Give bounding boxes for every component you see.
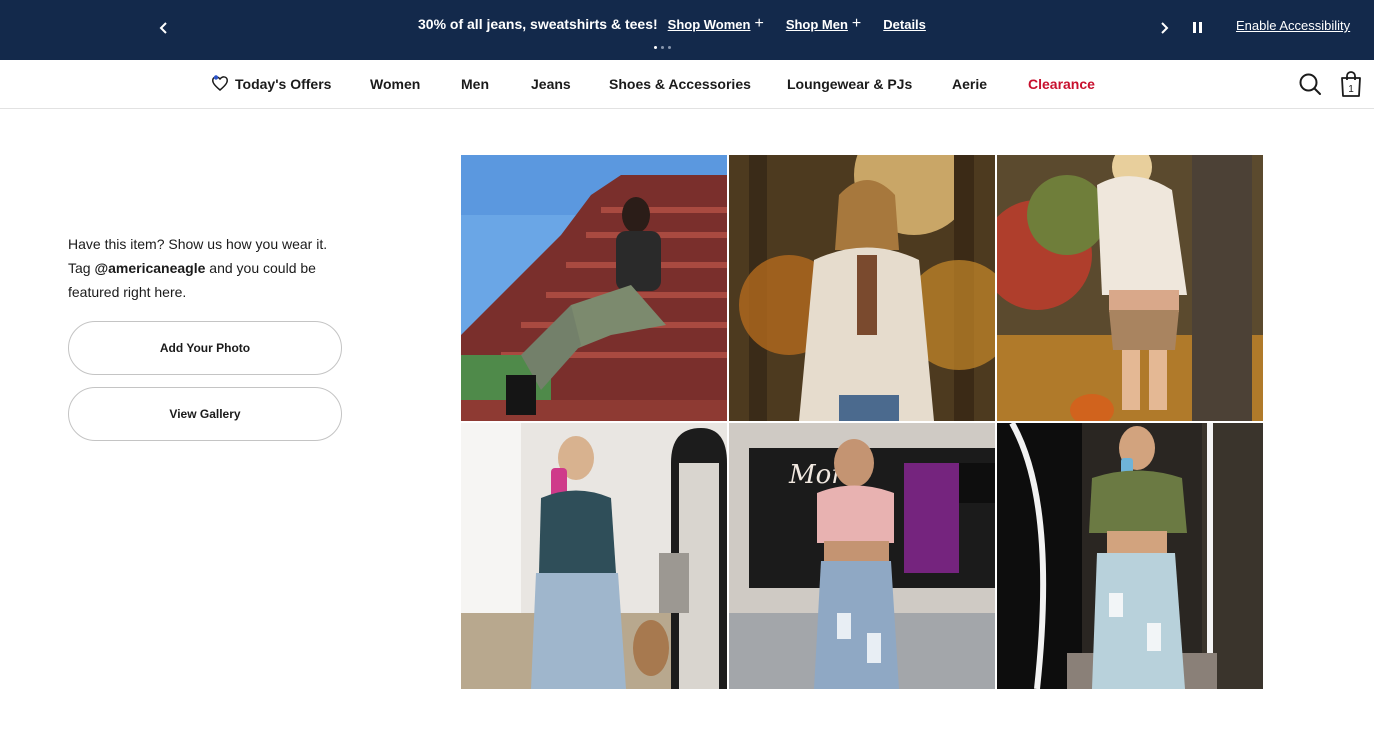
- gallery-photo[interactable]: [729, 155, 995, 421]
- promo-dot[interactable]: [654, 46, 657, 49]
- photo-image: [461, 155, 727, 421]
- promo-dot[interactable]: [661, 46, 664, 49]
- enable-accessibility-link[interactable]: Enable Accessibility: [1236, 18, 1350, 33]
- promo-message-row: 30% of all jeans, sweatshirts & tees! Sh…: [418, 15, 926, 33]
- photo-image: [461, 423, 727, 689]
- pause-icon: [1192, 21, 1196, 33]
- heart-tag-icon: [212, 75, 228, 91]
- chevron-left-icon: [159, 22, 167, 34]
- shopping-bag-icon[interactable]: 1: [1338, 70, 1364, 98]
- nav-item-aerie[interactable]: Aerie: [952, 76, 987, 92]
- promo-pagination: [654, 46, 671, 49]
- promo-dot[interactable]: [668, 46, 671, 49]
- nav-item-men[interactable]: Men: [461, 76, 489, 92]
- promo-pause-button[interactable]: [1186, 16, 1208, 38]
- gallery-photo[interactable]: [461, 423, 727, 689]
- nav-item-todays-offers[interactable]: Today's Offers: [235, 76, 331, 92]
- photo-image: [729, 155, 995, 421]
- nav-item-clearance[interactable]: Clearance: [1028, 76, 1095, 92]
- shop-men-link[interactable]: Shop Men: [786, 17, 848, 32]
- gallery-photo[interactable]: Morel: [729, 423, 995, 689]
- ugc-gallery: Morel: [461, 155, 1263, 689]
- nav-item-women[interactable]: Women: [370, 76, 420, 92]
- promo-next-button[interactable]: [1152, 16, 1176, 40]
- gallery-photo[interactable]: [461, 155, 727, 421]
- nav-item-loungewear-pjs[interactable]: Loungewear & PJs: [787, 76, 912, 92]
- ugc-prompt: Have this item? Show us how you wear it.…: [68, 232, 328, 304]
- gallery-photo[interactable]: [997, 155, 1263, 421]
- promo-banner: 30% of all jeans, sweatshirts & tees! Sh…: [0, 0, 1374, 60]
- promo-message: 30% of all jeans, sweatshirts & tees!: [418, 16, 658, 32]
- gallery-photo[interactable]: [997, 423, 1263, 689]
- search-icon[interactable]: [1298, 72, 1322, 96]
- plus-icon: +: [754, 15, 764, 32]
- ugc-handle: @americaneagle: [94, 260, 206, 276]
- details-link[interactable]: Details: [883, 17, 926, 32]
- nav-item-shoes-accessories[interactable]: Shoes & Accessories: [609, 76, 751, 92]
- photo-image: [997, 423, 1263, 689]
- bag-count: 1: [1348, 84, 1354, 95]
- chevron-right-icon: [1161, 22, 1169, 34]
- promo-prev-button[interactable]: [152, 16, 176, 40]
- add-your-photo-button[interactable]: Add Your Photo: [68, 321, 342, 375]
- shop-women-link[interactable]: Shop Women: [668, 17, 751, 32]
- plus-icon: +: [851, 15, 862, 32]
- view-gallery-button[interactable]: View Gallery: [68, 387, 342, 441]
- nav-item-jeans[interactable]: Jeans: [531, 76, 571, 92]
- photo-image: [997, 155, 1263, 421]
- photo-image: Morel: [729, 423, 995, 689]
- main-nav: Today's Offers Women Men Jeans Shoes & A…: [0, 60, 1374, 109]
- pause-icon-bar: [1198, 21, 1202, 33]
